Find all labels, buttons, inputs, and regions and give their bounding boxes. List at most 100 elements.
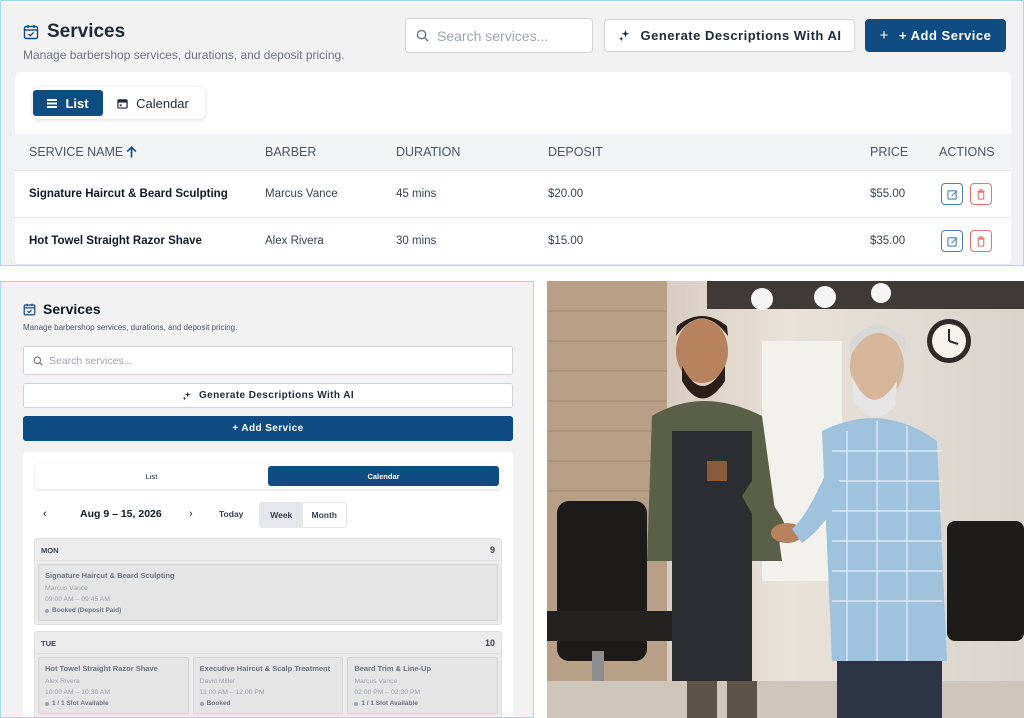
barber: Marcus Vance <box>265 188 338 200</box>
calendar-view-label: Calendar <box>136 95 189 111</box>
event-time: 02:00 PM – 02:30 PM <box>354 689 421 696</box>
range-toggle: Week Month <box>259 502 347 528</box>
list-icon <box>47 98 58 108</box>
column-deposit[interactable]: DEPOSIT <box>548 145 603 159</box>
event-service: Signature Haircut & Beard Sculpting <box>45 571 175 580</box>
deposit: $15.00 <box>548 235 584 247</box>
add-service-label: + Add Service <box>232 423 304 434</box>
calendar-navigation: ‹ Aug 9 – 15, 2026 › Today Week Month <box>35 502 501 528</box>
add-service-button[interactable]: + + Add Service <box>865 19 1006 52</box>
event-service: Hot Towel Straight Razor Shave <box>45 664 158 673</box>
service-name: Hot Towel Straight Razor Shave <box>29 235 202 247</box>
status-dot-icon <box>199 701 204 706</box>
services-table: SERVICE NAME BARBER DURATION DEPOSIT PRI… <box>15 134 1011 265</box>
event-service: Executive Haircut & Scalp Treatment <box>199 664 331 673</box>
search-input[interactable]: Search services... <box>405 18 593 53</box>
event-time: 09:00 AM – 09:45 AM <box>45 596 110 603</box>
day-name: TUE <box>41 639 56 648</box>
table-row: Signature Haircut & Beard Sculpting Marc… <box>15 171 1011 218</box>
page-subtitle: Manage barbershop services, durations, a… <box>23 48 345 62</box>
sparkles-icon <box>182 391 191 400</box>
calendar-card: List Calendar ‹ Aug 9 – 15, 2026 › Today… <box>23 452 513 717</box>
day-header: TUE 10 <box>35 632 501 654</box>
barber: Alex Rivera <box>265 235 324 247</box>
chevron-left-icon[interactable]: ‹ <box>43 508 47 520</box>
calendar-event[interactable]: Executive Haircut & Scalp Treatment Davi… <box>192 657 344 714</box>
column-service-name[interactable]: SERVICE NAME <box>29 145 137 159</box>
delete-button[interactable] <box>970 183 992 205</box>
today-button[interactable]: Today <box>219 509 243 519</box>
calendar-day-mon: MON 9 Signature Haircut & Beard Sculptin… <box>34 538 502 625</box>
event-time: 11:00 AM – 12:00 PM <box>199 689 265 696</box>
trash-icon <box>977 235 985 247</box>
calendar-event[interactable]: Hot Towel Straight Razor Shave Alex Rive… <box>38 657 189 714</box>
edit-icon <box>946 189 957 200</box>
page-header: Services <box>23 21 125 43</box>
services-card: List Calendar SERVICE NAME BARBER DURATI… <box>15 72 1011 265</box>
mobile-services-panel: Services Manage barbershop services, dur… <box>0 281 534 718</box>
chevron-right-icon[interactable]: › <box>189 508 193 520</box>
event-status: 1 / 1 Slot Available <box>45 700 182 707</box>
event-time: 10:00 AM – 10:30 AM <box>45 689 110 696</box>
search-input[interactable]: Search services... <box>23 346 513 375</box>
list-view-button[interactable]: List <box>35 466 268 486</box>
price: $55.00 <box>870 188 906 200</box>
service-name: Signature Haircut & Beard Sculpting <box>29 188 228 200</box>
calendar-icon <box>117 98 128 109</box>
sort-arrow-up-icon <box>126 146 137 158</box>
date-range: Aug 9 – 15, 2026 <box>80 508 162 520</box>
price: $35.00 <box>870 235 906 247</box>
generate-label: Generate Descriptions With AI <box>198 390 355 401</box>
status-dot-icon <box>45 608 49 613</box>
edit-button[interactable] <box>941 230 963 252</box>
table-header: SERVICE NAME BARBER DURATION DEPOSIT PRI… <box>15 134 1011 171</box>
delete-button[interactable] <box>970 230 992 252</box>
event-barber: David Miller <box>199 678 236 685</box>
page-subtitle: Manage barbershop services, durations, a… <box>23 323 238 332</box>
day-name: MON <box>41 546 59 555</box>
event-status: 1 / 1 Slot Available <box>354 700 491 707</box>
generate-descriptions-button[interactable]: Generate Descriptions With AI <box>604 19 855 52</box>
calendar-day-tue: TUE 10 Hot Towel Straight Razor Shave Al… <box>34 631 502 717</box>
sparkles-icon <box>618 29 629 42</box>
day-events: Signature Haircut & Beard Sculpting Marc… <box>35 561 501 624</box>
edit-button[interactable] <box>941 183 963 205</box>
column-price[interactable]: PRICE <box>870 145 908 159</box>
page-title: Services <box>47 21 126 42</box>
duration: 30 mins <box>396 235 437 247</box>
month-view-button[interactable]: Month <box>303 503 347 527</box>
event-barber: Marcus Vance <box>354 678 398 685</box>
week-view-button[interactable]: Week <box>260 503 303 527</box>
deposit: $20.00 <box>548 188 584 200</box>
add-service-button[interactable]: + Add Service <box>23 416 513 441</box>
day-events: Hot Towel Straight Razor Shave Alex Rive… <box>35 654 501 717</box>
page-title: Services <box>43 301 101 317</box>
duration: 45 mins <box>396 188 437 200</box>
calendar-event[interactable]: Beard Trim & Line-Up Marcus Vance 02:00 … <box>347 657 499 714</box>
status-dot-icon <box>354 701 359 706</box>
event-status-label: 1 / 1 Slot Available <box>361 700 418 707</box>
barbershop-photo <box>547 281 1024 718</box>
event-barber: Alex Rivera <box>45 678 80 685</box>
column-barber[interactable]: BARBER <box>265 145 316 159</box>
search-icon <box>33 356 43 366</box>
search-placeholder: Search services... <box>49 354 133 367</box>
page-header: Services <box>23 301 101 317</box>
calendar-view-button[interactable]: Calendar <box>268 466 499 486</box>
plus-icon: + <box>879 27 889 44</box>
calendar-view-button[interactable]: Calendar <box>103 90 203 116</box>
view-toggle: List Calendar <box>35 463 501 489</box>
generate-descriptions-button[interactable]: Generate Descriptions With AI <box>23 383 513 408</box>
status-dot-icon <box>45 701 49 706</box>
calendar-event[interactable]: Signature Haircut & Beard Sculpting Marc… <box>38 564 498 621</box>
list-view-button[interactable]: List <box>33 90 103 116</box>
desktop-services-panel: Services Manage barbershop services, dur… <box>0 0 1024 266</box>
event-status-label: Booked (Deposit Paid) <box>52 607 122 614</box>
calendar-check-icon <box>23 25 39 40</box>
day-number: 9 <box>489 545 495 555</box>
event-status: Booked (Deposit Paid) <box>45 607 491 614</box>
search-icon <box>416 29 429 42</box>
search-placeholder: Search services... <box>437 27 549 44</box>
table-row: Hot Towel Straight Razor Shave Alex Rive… <box>15 218 1011 265</box>
column-duration[interactable]: DURATION <box>396 145 460 159</box>
